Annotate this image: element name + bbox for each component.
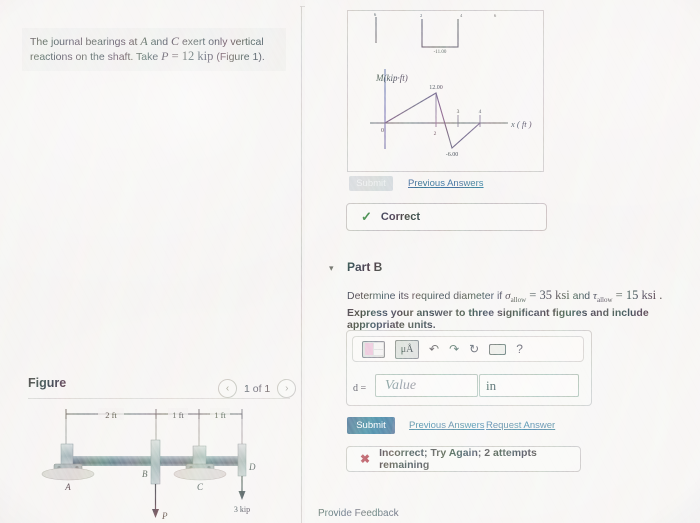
question-period: . (656, 288, 663, 302)
svg-text:6: 6 (494, 13, 497, 18)
part-a-status-label: Correct (380, 211, 421, 223)
check-icon: ✓ (361, 209, 372, 224)
part-a-previous-answers-link[interactable]: Previous Answers (408, 178, 484, 189)
svg-text:P: P (161, 511, 168, 521)
sigma-value: 35 ksi (539, 288, 570, 302)
part-b-request-answer-link[interactable]: Request Answer (486, 420, 555, 431)
svg-text:12.00: 12.00 (429, 85, 443, 91)
moment-diagram: 6 2 4 6 -11.00 M(kip·ft) x ( ft ) 0 2 3 … (347, 10, 544, 172)
part-b-previous-answers-link[interactable]: Previous Answers (409, 420, 485, 431)
svg-text:B: B (142, 469, 148, 479)
svg-text:6: 6 (374, 12, 377, 17)
math-toolbar: μÅ ↶ ↷ ↻ ? (352, 336, 584, 362)
column-divider (301, 6, 302, 523)
symbol-a: A (140, 34, 148, 48)
reset-icon[interactable]: ↻ (469, 342, 479, 356)
part-b-title: Part B (347, 260, 383, 274)
svg-text:3: 3 (457, 109, 460, 115)
svg-text:D: D (248, 462, 256, 472)
answer-variable-label: d = (353, 383, 367, 394)
part-b-status-label: Incorrect; Try Again; 2 attempts remaini… (379, 447, 537, 471)
svg-text:2 ft: 2 ft (105, 410, 117, 420)
figure-prev-button[interactable]: ‹ (218, 379, 237, 398)
figure-pager: ‹ 1 of 1 › (218, 379, 297, 398)
sigma-subscript: allow (510, 296, 527, 305)
svg-text:A: A (64, 482, 71, 492)
svg-text:0: 0 (381, 128, 384, 134)
svg-text:-6.00: -6.00 (446, 152, 459, 158)
statement-text-3: exert only vertical (179, 36, 264, 48)
svg-text:3 kip: 3 kip (234, 505, 250, 514)
svg-text:x ( ft ): x ( ft ) (510, 119, 532, 129)
figure-image: 2 ft 1 ft 1 ft A B P C D 3 kip (28, 402, 292, 522)
question-and: and (569, 290, 594, 302)
provide-feedback-link[interactable]: Provide Feedback (318, 508, 399, 519)
x-icon: ✖ (360, 452, 371, 466)
question-text-1: Determine its required diameter if (347, 290, 506, 302)
answer-units-input[interactable]: in (479, 374, 579, 397)
statement-text-2: and (147, 36, 172, 48)
part-b-status-badge: ✖ Incorrect; Try Again; 2 attempts remai… (346, 446, 581, 472)
svg-text:2: 2 (420, 13, 422, 18)
svg-text:M(kip·ft): M(kip·ft) (375, 73, 408, 83)
p-value: 12 kip (181, 49, 214, 63)
part-a-status-badge: ✓ Correct (346, 203, 547, 231)
part-a-submit-button[interactable]: Submit (349, 176, 393, 191)
undo-icon[interactable]: ↶ (429, 342, 439, 356)
svg-text:1 ft: 1 ft (172, 410, 184, 420)
statement-text-1: The journal bearings at (30, 36, 141, 48)
svg-text:1 ft: 1 ft (214, 410, 226, 420)
svg-text:4: 4 (479, 109, 482, 115)
statement-text-4: reactions on the shaft. Take (30, 51, 162, 63)
equals-sign: = (168, 49, 182, 63)
answer-value-input[interactable]: Value (375, 374, 478, 397)
tau-equals: = (612, 288, 626, 302)
part-b-instruction: Express your answer to three significant… (347, 307, 649, 331)
svg-text:2: 2 (434, 131, 437, 137)
units-icon[interactable]: μÅ (395, 339, 419, 359)
part-b-collapse-icon[interactable]: ▾ (329, 263, 334, 274)
redo-icon[interactable]: ↷ (449, 342, 459, 356)
keyboard-icon[interactable] (489, 343, 507, 355)
svg-text:C: C (197, 482, 204, 492)
mastering-engineering-page: The journal bearings at A and C exert on… (0, 0, 700, 523)
figure-next-button[interactable]: › (277, 379, 297, 398)
symbol-c: C (171, 34, 180, 48)
template-icon[interactable] (362, 340, 385, 358)
tau-value: 15 ksi (625, 288, 657, 302)
figure-page-indicator: 1 of 1 (244, 382, 271, 395)
part-b-question: Determine its required diameter if σallo… (347, 288, 692, 304)
figure-title: Figure (28, 376, 67, 390)
statement-text-5: (Figure 1). (213, 51, 265, 63)
help-icon[interactable]: ? (516, 342, 523, 356)
problem-statement: The journal bearings at A and C exert on… (22, 28, 286, 71)
figure-rule (28, 398, 290, 399)
sigma-equals: = (526, 288, 540, 302)
svg-text:-11.00: -11.00 (434, 50, 447, 55)
tau-subscript: allow (596, 296, 613, 305)
part-b-submit-button[interactable]: Submit (347, 417, 395, 434)
svg-text:4: 4 (460, 13, 463, 18)
